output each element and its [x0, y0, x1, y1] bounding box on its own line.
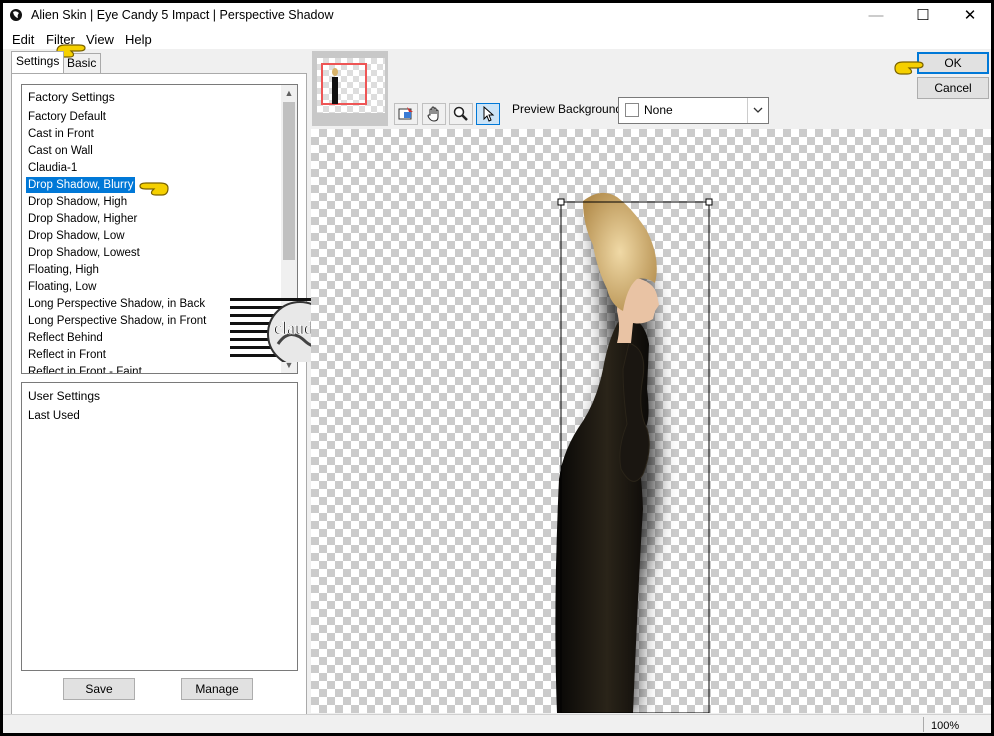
scroll-thumb[interactable]: [283, 102, 295, 260]
list-item[interactable]: Floating, Low: [26, 279, 98, 295]
save-button[interactable]: Save: [63, 678, 135, 700]
preview-background-value: None: [644, 103, 673, 117]
settings-panel: Factory Settings Factory Default Cast in…: [11, 73, 307, 715]
thumbnail-view-frame[interactable]: [321, 63, 367, 105]
zoom-level: 100%: [931, 720, 960, 732]
navigator-tool[interactable]: [394, 103, 418, 125]
user-settings-header: User Settings: [28, 389, 101, 403]
background-swatch: [625, 103, 639, 117]
thumbnail-canvas: [317, 58, 385, 113]
arrow-pointer-icon: [483, 106, 495, 122]
window-title: Alien Skin | Eye Candy 5 Impact | Perspe…: [31, 8, 334, 22]
cancel-button[interactable]: Cancel: [917, 77, 989, 99]
close-button[interactable]: ✕: [947, 3, 991, 29]
list-item[interactable]: Claudia-1: [26, 160, 79, 176]
list-item[interactable]: Reflect Behind: [26, 330, 105, 346]
list-item[interactable]: Drop Shadow, Higher: [26, 211, 139, 227]
menu-help[interactable]: Help: [125, 32, 152, 47]
list-item[interactable]: Reflect in Front: [26, 347, 108, 363]
preview-background-label: Preview Background:: [512, 102, 626, 116]
select-dropdown-button[interactable]: [747, 98, 768, 123]
status-bar: 100%: [3, 714, 991, 733]
thumbnail-figure: [332, 68, 338, 104]
list-item[interactable]: Floating, High: [26, 262, 101, 278]
menu-edit[interactable]: Edit: [12, 32, 34, 47]
list-item[interactable]: Drop Shadow, Lowest: [26, 245, 142, 261]
list-item[interactable]: Last Used: [26, 408, 82, 424]
preview-image: [555, 192, 713, 713]
tab-settings[interactable]: Settings: [11, 51, 65, 73]
title-bar[interactable]: Alien Skin | Eye Candy 5 Impact | Perspe…: [3, 3, 991, 29]
ok-button[interactable]: OK: [917, 52, 989, 74]
list-item[interactable]: Drop Shadow, High: [26, 194, 129, 210]
resize-handle[interactable]: [705, 198, 713, 206]
scroll-up-icon[interactable]: ▲: [281, 85, 297, 101]
app-icon: [10, 9, 22, 21]
menu-bar: Edit Filter View Help: [3, 29, 991, 49]
zoom-tool[interactable]: [449, 103, 473, 125]
select-tool[interactable]: [476, 103, 500, 125]
navigator-icon: [398, 107, 413, 120]
preview-background-select[interactable]: None: [618, 97, 769, 124]
zoom-icon: [453, 106, 468, 121]
maximize-button[interactable]: ☐: [900, 3, 946, 29]
manage-button[interactable]: Manage: [181, 678, 253, 700]
factory-settings-header: Factory Settings: [28, 90, 115, 104]
status-divider: [923, 717, 924, 732]
navigator-thumbnail[interactable]: [312, 51, 388, 126]
list-item[interactable]: Reflect in Front - Faint: [26, 364, 144, 373]
list-item[interactable]: Factory Default: [26, 109, 108, 125]
list-item-selected[interactable]: Drop Shadow, Blurry: [26, 177, 136, 193]
hand-tool[interactable]: [422, 103, 446, 125]
hand-pointer-icon: [139, 182, 169, 196]
list-item[interactable]: Cast on Wall: [26, 143, 95, 159]
list-item[interactable]: Long Perspective Shadow, in Back: [26, 296, 207, 312]
hand-icon: [427, 106, 439, 122]
menu-view[interactable]: View: [86, 32, 114, 47]
chevron-down-icon: [753, 107, 763, 113]
minimize-button[interactable]: —: [853, 3, 899, 29]
list-item[interactable]: Long Perspective Shadow, in Front: [26, 313, 208, 329]
hand-pointer-icon: [894, 61, 924, 75]
list-item[interactable]: Cast in Front: [26, 126, 96, 142]
user-settings-list[interactable]: User Settings Last Used: [21, 382, 298, 671]
preview-canvas[interactable]: [311, 129, 991, 713]
resize-handle[interactable]: [557, 198, 565, 206]
plugin-window: Alien Skin | Eye Candy 5 Impact | Perspe…: [3, 3, 991, 733]
list-item[interactable]: Drop Shadow, Low: [26, 228, 127, 244]
